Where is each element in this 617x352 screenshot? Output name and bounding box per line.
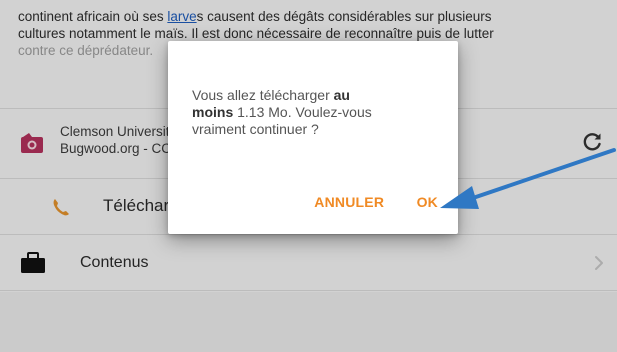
dialog-message-line-1: Vous allez télécharger au	[192, 87, 442, 104]
dialog-actions: ANNULER OK	[314, 194, 438, 214]
dialog-message-line-2-text: 1.13 Mo. Voulez-vous	[233, 104, 372, 120]
cancel-button[interactable]: ANNULER	[314, 194, 384, 210]
dialog-message-line-1-text: Vous allez télécharger	[192, 87, 334, 103]
dialog-message-emphasis: moins	[192, 104, 234, 120]
screen: continent africain où ses larves causent…	[0, 0, 617, 352]
dialog-message-line-3: vraiment continuer ?	[192, 121, 319, 137]
download-confirm-dialog: Vous allez télécharger au moins 1.13 Mo.…	[168, 41, 458, 234]
dialog-message-line-2: moins 1.13 Mo. Voulez-vous	[192, 104, 442, 121]
ok-button[interactable]: OK	[417, 194, 438, 210]
dialog-message-emphasis: au	[333, 87, 350, 103]
dialog-message: Vous allez télécharger au moins 1.13 Mo.…	[192, 87, 442, 138]
